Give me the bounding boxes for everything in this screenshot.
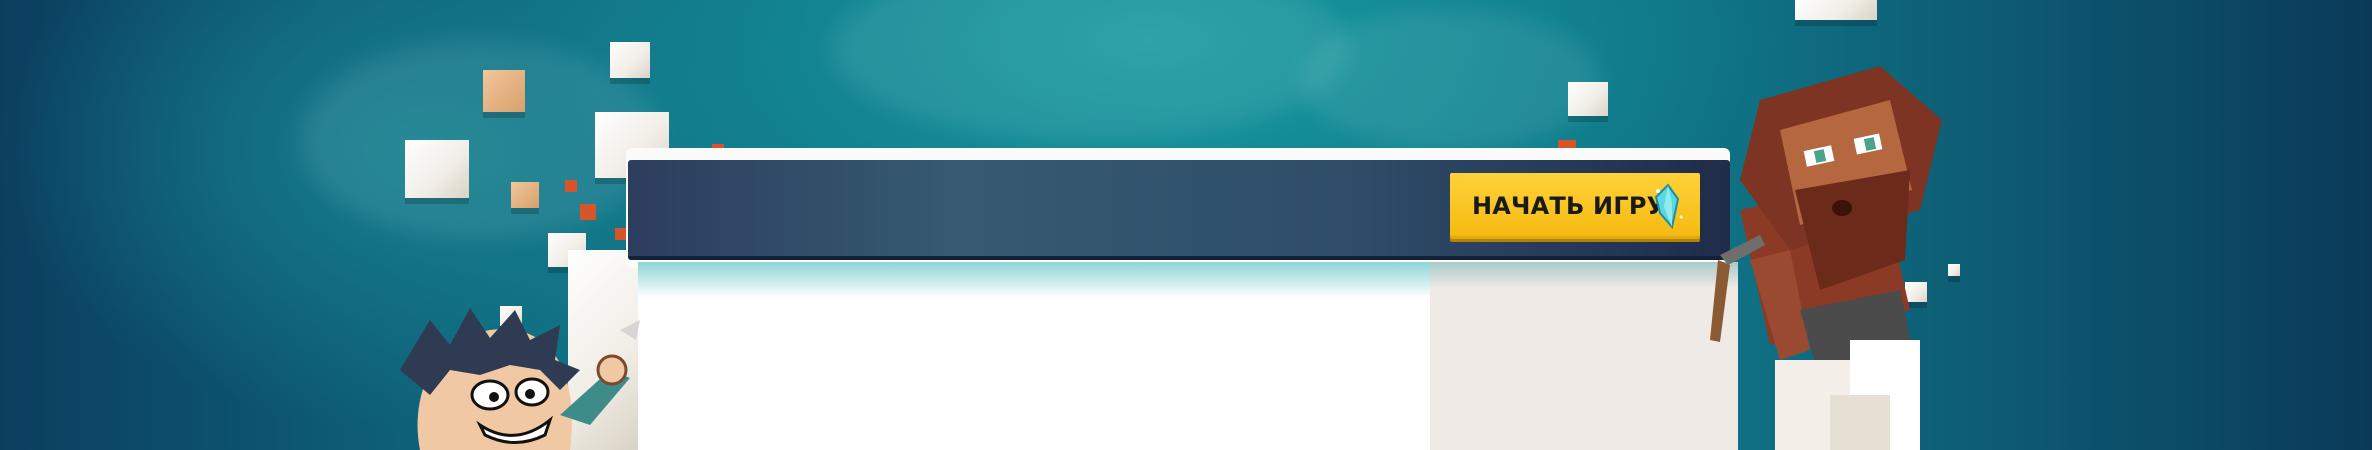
floating-cube bbox=[1795, 0, 1877, 20]
ore-block bbox=[580, 204, 596, 220]
floating-cube bbox=[1568, 82, 1608, 116]
background-cloud bbox=[830, 0, 1350, 140]
bearded-blocky-miner-character bbox=[1710, 66, 1942, 450]
cartoon-boy-character bbox=[400, 308, 640, 450]
start-game-label: НАЧАТЬ ИГРУ bbox=[1472, 192, 1666, 220]
background-cloud bbox=[1300, 10, 1600, 150]
floating-cube bbox=[405, 140, 469, 198]
ore-block bbox=[565, 180, 577, 192]
floating-cube bbox=[610, 42, 650, 78]
floating-cube bbox=[511, 182, 539, 208]
main-content-area bbox=[638, 262, 1430, 450]
floating-cube bbox=[483, 70, 525, 112]
start-game-button[interactable]: НАЧАТЬ ИГРУ bbox=[1450, 173, 1700, 239]
